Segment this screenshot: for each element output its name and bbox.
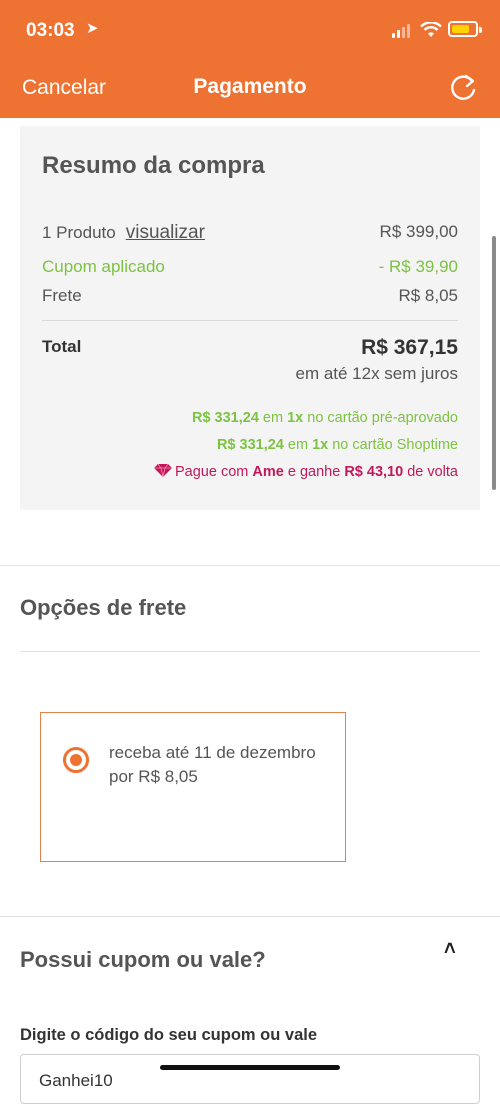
status-bar: 03:03 ➤ — [0, 0, 500, 58]
section-divider — [0, 565, 500, 566]
installments-text: em até 12x sem juros — [295, 364, 458, 383]
products-row: 1 Produto visualizar R$ 399,00 — [42, 222, 458, 244]
summary-divider — [42, 320, 458, 321]
shipping-title: Opções de frete — [20, 595, 187, 620]
products-label: 1 Produto — [42, 223, 116, 242]
coupon-input[interactable]: Ganhei10 — [20, 1054, 480, 1104]
total-value: R$ 367,15 — [361, 336, 458, 359]
coupon-field-label: Digite o código do seu cupom ou vale — [20, 1026, 318, 1044]
section-divider — [0, 916, 500, 917]
coupon-value: - R$ 39,90 — [378, 257, 458, 276]
promo-shoptime: R$ 331,24 em 1x no cartão Shoptime — [216, 437, 458, 453]
refresh-icon[interactable] — [446, 70, 480, 104]
coupon-row: Cupom aplicado - R$ 39,90 — [42, 257, 458, 277]
coupon-label: Cupom aplicado — [42, 257, 165, 276]
freight-value: R$ 8,05 — [398, 286, 458, 305]
section-divider — [20, 651, 480, 652]
products-value: R$ 399,00 — [379, 222, 458, 241]
shipping-option-label: receba até 11 de dezembro por R$ 8,05 — [109, 743, 316, 786]
view-products-link[interactable]: visualizar — [126, 222, 205, 243]
status-time: 03:03 — [26, 20, 75, 41]
wifi-icon — [420, 22, 442, 37]
battery-icon — [448, 21, 482, 37]
promo-preapproved: R$ 331,24 em 1x no cartão pré-aprovado — [191, 410, 458, 426]
coupon-title[interactable]: Possui cupom ou vale? — [20, 947, 266, 973]
chevron-up-icon[interactable]: ˄ — [444, 938, 456, 961]
shipping-option[interactable]: receba até 11 de dezembro por R$ 8,05 — [40, 712, 346, 862]
freight-row: Frete R$ 8,05 — [42, 286, 458, 306]
shipping-radio[interactable] — [63, 747, 89, 773]
page-title: Pagamento — [193, 75, 307, 98]
signal-icon — [392, 24, 412, 38]
nav-bar: Cancelar Pagamento — [0, 58, 500, 118]
total-label: Total — [42, 337, 82, 356]
summary-title: Resumo da compra — [42, 152, 265, 179]
freight-label: Frete — [42, 286, 82, 305]
diamond-icon — [154, 464, 172, 477]
promo-ame: Pague com Ame e ganhe R$ 43,10 de volta — [154, 464, 458, 480]
scrollbar[interactable] — [492, 236, 496, 490]
location-arrow-icon: ➤ — [86, 20, 99, 37]
home-indicator[interactable] — [160, 1065, 340, 1070]
order-summary: Resumo da compra 1 Produto visualizar R$ … — [20, 126, 480, 510]
